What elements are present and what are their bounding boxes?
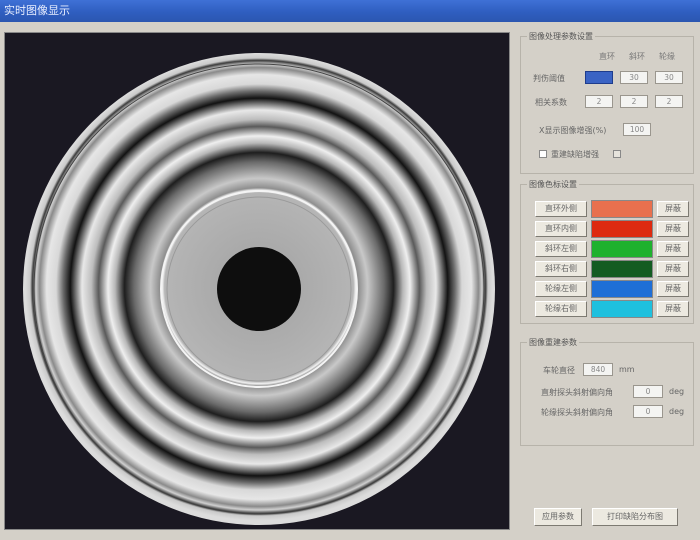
color-swatch-4[interactable] bbox=[591, 260, 653, 278]
color-label-button-2[interactable]: 直环内侧 bbox=[535, 221, 587, 237]
coefficient-rim-field[interactable]: 2 bbox=[655, 95, 683, 108]
threshold-label: 判伤阈值 bbox=[533, 74, 565, 83]
wheel-bore bbox=[217, 247, 301, 331]
color-label-button-4[interactable]: 斜环右侧 bbox=[535, 261, 587, 277]
image-params-title: 图像处理参数设置 bbox=[527, 31, 595, 42]
mask-button-3[interactable]: 屏蔽 bbox=[657, 241, 689, 257]
rebuild-params-group: 图像重建参数 车轮直径 840 mm 直射探头斜射偏向角 0 deg 轮缘探头斜… bbox=[520, 337, 694, 446]
angle1-unit: deg bbox=[669, 387, 685, 396]
enhance-checkbox-label: 重建缺陷增强 bbox=[551, 150, 599, 159]
angle1-field[interactable]: 0 bbox=[633, 385, 663, 398]
wheel-diameter-unit: mm bbox=[619, 365, 635, 374]
coefficient-straight-field[interactable]: 2 bbox=[585, 95, 613, 108]
mask-button-4[interactable]: 屏蔽 bbox=[657, 261, 689, 277]
color-settings-title: 图像色标设置 bbox=[527, 179, 579, 190]
gain-label: X显示图像增强(%) bbox=[539, 126, 607, 135]
angle2-field[interactable]: 0 bbox=[633, 405, 663, 418]
angle2-label: 轮缘探头斜射偏向角 bbox=[541, 408, 613, 417]
wheel-diameter-label: 车轮直径 bbox=[543, 366, 575, 375]
col-header-straight: 直环 bbox=[599, 52, 615, 61]
settings-panel: 图像处理参数设置 直环 斜环 轮缘 判伤阈值 30 30 相关系数 2 2 2 … bbox=[516, 24, 698, 536]
second-checkbox[interactable] bbox=[613, 150, 621, 158]
threshold-oblique-field[interactable]: 30 bbox=[620, 71, 648, 84]
col-header-rim: 轮缘 bbox=[659, 52, 675, 61]
mask-button-5[interactable]: 屏蔽 bbox=[657, 281, 689, 297]
color-label-button-5[interactable]: 轮缘左侧 bbox=[535, 281, 587, 297]
print-defect-map-button[interactable]: 打印缺陷分布图 bbox=[592, 508, 678, 526]
col-header-oblique: 斜环 bbox=[629, 52, 645, 61]
color-swatch-6[interactable] bbox=[591, 300, 653, 318]
threshold-straight-field[interactable] bbox=[585, 71, 613, 84]
window-title: 实时图像显示 bbox=[4, 4, 70, 17]
apply-params-button[interactable]: 应用参数 bbox=[534, 508, 582, 526]
enhance-checkbox[interactable] bbox=[539, 150, 547, 158]
color-label-button-6[interactable]: 轮缘右侧 bbox=[535, 301, 587, 317]
wheel-diameter-field[interactable]: 840 bbox=[583, 363, 613, 376]
color-label-button-1[interactable]: 直环外侧 bbox=[535, 201, 587, 217]
color-swatch-3[interactable] bbox=[591, 240, 653, 258]
mask-button-6[interactable]: 屏蔽 bbox=[657, 301, 689, 317]
mask-button-1[interactable]: 屏蔽 bbox=[657, 201, 689, 217]
color-swatch-5[interactable] bbox=[591, 280, 653, 298]
wheel-image-viewer[interactable] bbox=[4, 32, 510, 530]
rebuild-params-title: 图像重建参数 bbox=[527, 337, 579, 348]
coefficient-label: 相关系数 bbox=[535, 98, 567, 107]
angle2-unit: deg bbox=[669, 407, 685, 416]
coefficient-oblique-field[interactable]: 2 bbox=[620, 95, 648, 108]
color-swatch-2[interactable] bbox=[591, 220, 653, 238]
gain-field[interactable]: 100 bbox=[623, 123, 651, 136]
image-params-group: 图像处理参数设置 直环 斜环 轮缘 判伤阈值 30 30 相关系数 2 2 2 … bbox=[520, 31, 694, 174]
threshold-rim-field[interactable]: 30 bbox=[655, 71, 683, 84]
angle1-label: 直射探头斜射偏向角 bbox=[541, 388, 613, 397]
wheel-scan-image bbox=[5, 33, 509, 529]
color-label-button-3[interactable]: 斜环左侧 bbox=[535, 241, 587, 257]
color-settings-group: 图像色标设置 直环外侧 屏蔽 直环内侧 屏蔽 斜环左侧 屏蔽 斜环右侧 屏蔽 轮… bbox=[520, 179, 694, 324]
mask-button-2[interactable]: 屏蔽 bbox=[657, 221, 689, 237]
color-swatch-1[interactable] bbox=[591, 200, 653, 218]
window-titlebar: 实时图像显示 bbox=[0, 0, 700, 22]
